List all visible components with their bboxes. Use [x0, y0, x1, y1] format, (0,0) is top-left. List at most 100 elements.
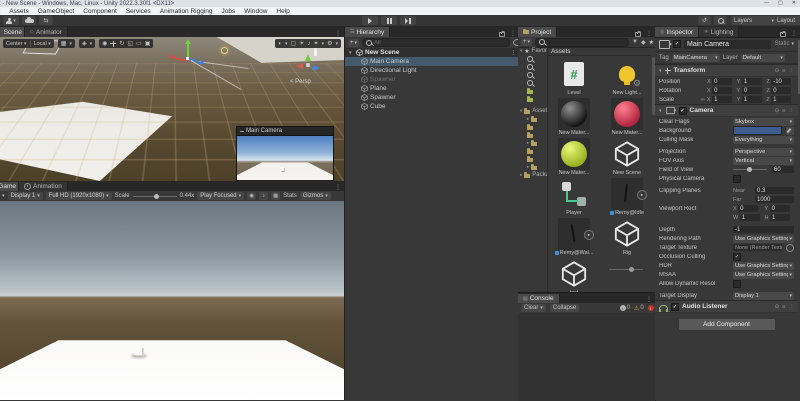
component-menu-icon[interactable]: ⋮	[789, 108, 795, 114]
info-filter[interactable]: !0	[620, 305, 630, 311]
panel-menu-icon[interactable]: ⋮	[332, 30, 344, 37]
account-button[interactable]: ▾	[3, 16, 19, 25]
near-clip-field[interactable]: 0.3	[755, 187, 794, 194]
gizmo-x-cone[interactable]	[296, 63, 303, 69]
position-y-field[interactable]: 1	[742, 78, 762, 85]
undo-history-button[interactable]: ↺	[698, 16, 711, 25]
asset-tile-new-lighting[interactable]: ⚙ New Light...	[604, 58, 650, 96]
asset-subfolder[interactable]	[518, 155, 547, 163]
favorites-root[interactable]: ▾★Favorites	[518, 47, 547, 55]
tab-game[interactable]: Game	[0, 182, 19, 191]
object-name-field[interactable]: Main Camera	[684, 40, 771, 49]
preset-icon[interactable]: ≡	[782, 68, 785, 74]
msaa-dropdown[interactable]: Use Graphics Settings▾	[733, 271, 794, 279]
assets-root-folder[interactable]: ▾Assets	[518, 107, 547, 115]
asset-tile-rig[interactable]: Rig	[604, 218, 650, 256]
scene-menu-icon[interactable]: ⋮	[511, 50, 516, 56]
rotation-y-field[interactable]: 0	[742, 87, 762, 94]
asset-subfolder[interactable]	[518, 131, 547, 139]
handle-rotation-dropdown[interactable]: Local ▾	[34, 41, 51, 47]
background-color-swatch[interactable]	[733, 126, 782, 135]
gizmo-z-cone[interactable]	[313, 65, 320, 71]
asset-subfolder[interactable]: ▸	[518, 139, 547, 147]
warning-filter[interactable]: ⚠0	[634, 305, 644, 312]
component-menu-icon[interactable]: ⋮	[789, 68, 795, 74]
hierarchy-item-main-camera[interactable]: Main Camera	[345, 57, 519, 66]
tab-inspector[interactable]: ◎Inspector	[655, 27, 699, 37]
asset-subfolder[interactable]: ▸	[518, 115, 547, 123]
transform-tool-icon[interactable]: ▣	[145, 40, 151, 47]
stats-button[interactable]: Stats	[283, 193, 297, 199]
asset-tile-material-red[interactable]: New Mater...	[604, 98, 650, 136]
rotate-tool-icon[interactable]: ↻	[119, 40, 124, 47]
viewport-h-field[interactable]: 1	[770, 214, 790, 221]
2d-toggle-icon[interactable]: ▢	[290, 40, 296, 47]
favorites-folder[interactable]	[518, 87, 547, 95]
search-button[interactable]	[714, 16, 727, 25]
target-texture-field[interactable]: None (Render Texture)	[733, 244, 782, 251]
hierarchy-item-cube[interactable]: Cube	[345, 102, 519, 111]
asset-subfolder[interactable]	[518, 123, 547, 131]
audio-listener-header[interactable]: ✓ Audio Listener ⊙≡⋮	[655, 300, 798, 313]
favorites-search-item[interactable]	[518, 79, 547, 87]
scale-z-field[interactable]: 1	[771, 96, 791, 103]
projection-dropdown[interactable]: Perspective▾	[733, 148, 794, 156]
panel-menu-icon[interactable]: ⋮	[643, 296, 655, 303]
expand-badge-icon[interactable]: ▸	[584, 230, 594, 240]
viewport-x-field[interactable]: 0	[738, 205, 758, 212]
preview-collapse-icon[interactable]	[240, 131, 244, 132]
scene-viewport[interactable]: < Persp Main Camera Center ▾ Local ▾ ▦▾ …	[0, 37, 344, 181]
vsync-icon[interactable]: ▦	[271, 192, 280, 200]
step-button[interactable]	[400, 16, 416, 25]
physical-camera-checkbox[interactable]	[733, 175, 741, 183]
foldout-icon[interactable]: ▾	[659, 68, 662, 74]
asset-subfolder[interactable]: ▸	[518, 163, 547, 171]
favorites-search-item[interactable]	[518, 71, 547, 79]
snap-icon[interactable]: ◈	[82, 40, 87, 47]
menu-component[interactable]: Component	[83, 8, 117, 15]
hierarchy-item-plane[interactable]: Plane	[345, 84, 519, 93]
hierarchy-item-spawner[interactable]: Spawner	[345, 93, 519, 102]
asset-tile-material-black[interactable]: New Mater...	[551, 98, 597, 136]
play-focused-dropdown[interactable]: Play Focused▾	[197, 192, 244, 200]
filter-by-type-icon[interactable]: ▼	[632, 39, 638, 45]
static-dropdown[interactable]: Static▾	[774, 41, 794, 47]
pause-button[interactable]	[381, 16, 397, 25]
clear-button[interactable]: Clear▾	[521, 304, 546, 312]
lighting-toggle-icon[interactable]: ☀	[299, 40, 304, 47]
help-icon[interactable]: ⊙	[775, 108, 780, 114]
fov-slider-knob[interactable]	[747, 167, 752, 172]
fov-value-field[interactable]: 60	[772, 166, 794, 173]
link-scale-icon[interactable]: ∞	[701, 97, 705, 103]
hierarchy-scene-root[interactable]: ▾ New Scene ⋮	[345, 48, 519, 57]
position-z-field[interactable]: -10	[771, 78, 791, 85]
console-log-area[interactable]	[518, 313, 655, 401]
zoom-slider-knob[interactable]	[629, 267, 634, 272]
asset-tile-remy-idle[interactable]: ▸ Remy@Idle	[604, 178, 650, 216]
tab-project[interactable]: Project	[518, 27, 557, 37]
project-search[interactable]	[535, 38, 629, 47]
create-button[interactable]: +▾	[348, 39, 359, 47]
scale-slider-knob[interactable]	[154, 194, 159, 199]
asset-tile-new-scene[interactable]: New Scene	[604, 138, 650, 176]
record-icon[interactable]: ◉	[247, 192, 256, 200]
breadcrumb[interactable]: Assets	[548, 47, 651, 56]
tab-console[interactable]: ▤Console	[518, 294, 560, 303]
asset-tile-player[interactable]: Player	[551, 178, 597, 216]
camera-settings-icon[interactable]: ⚙	[327, 40, 332, 47]
menu-services[interactable]: Services	[126, 8, 151, 15]
audio-toggle-icon[interactable]: ♪	[308, 41, 311, 47]
collapse-button[interactable]: Collapse	[550, 304, 579, 312]
preset-icon[interactable]: ≡	[782, 108, 785, 114]
rotation-x-field[interactable]: 0	[712, 87, 732, 94]
dynamic-resolution-checkbox[interactable]	[733, 280, 741, 288]
collab-button[interactable]: ⇆	[39, 16, 53, 25]
play-button[interactable]	[362, 16, 378, 25]
help-icon[interactable]: ⊙	[775, 68, 780, 74]
foldout-icon[interactable]: ▾	[659, 108, 662, 114]
hdr-dropdown[interactable]: Use Graphics Settings▾	[733, 262, 794, 270]
tab-animator[interactable]: ◇Animator	[25, 27, 68, 37]
foldout-icon[interactable]: ▾	[349, 50, 354, 56]
rotation-z-field[interactable]: 0	[771, 87, 791, 94]
menu-jobs[interactable]: Jobs	[222, 8, 236, 15]
